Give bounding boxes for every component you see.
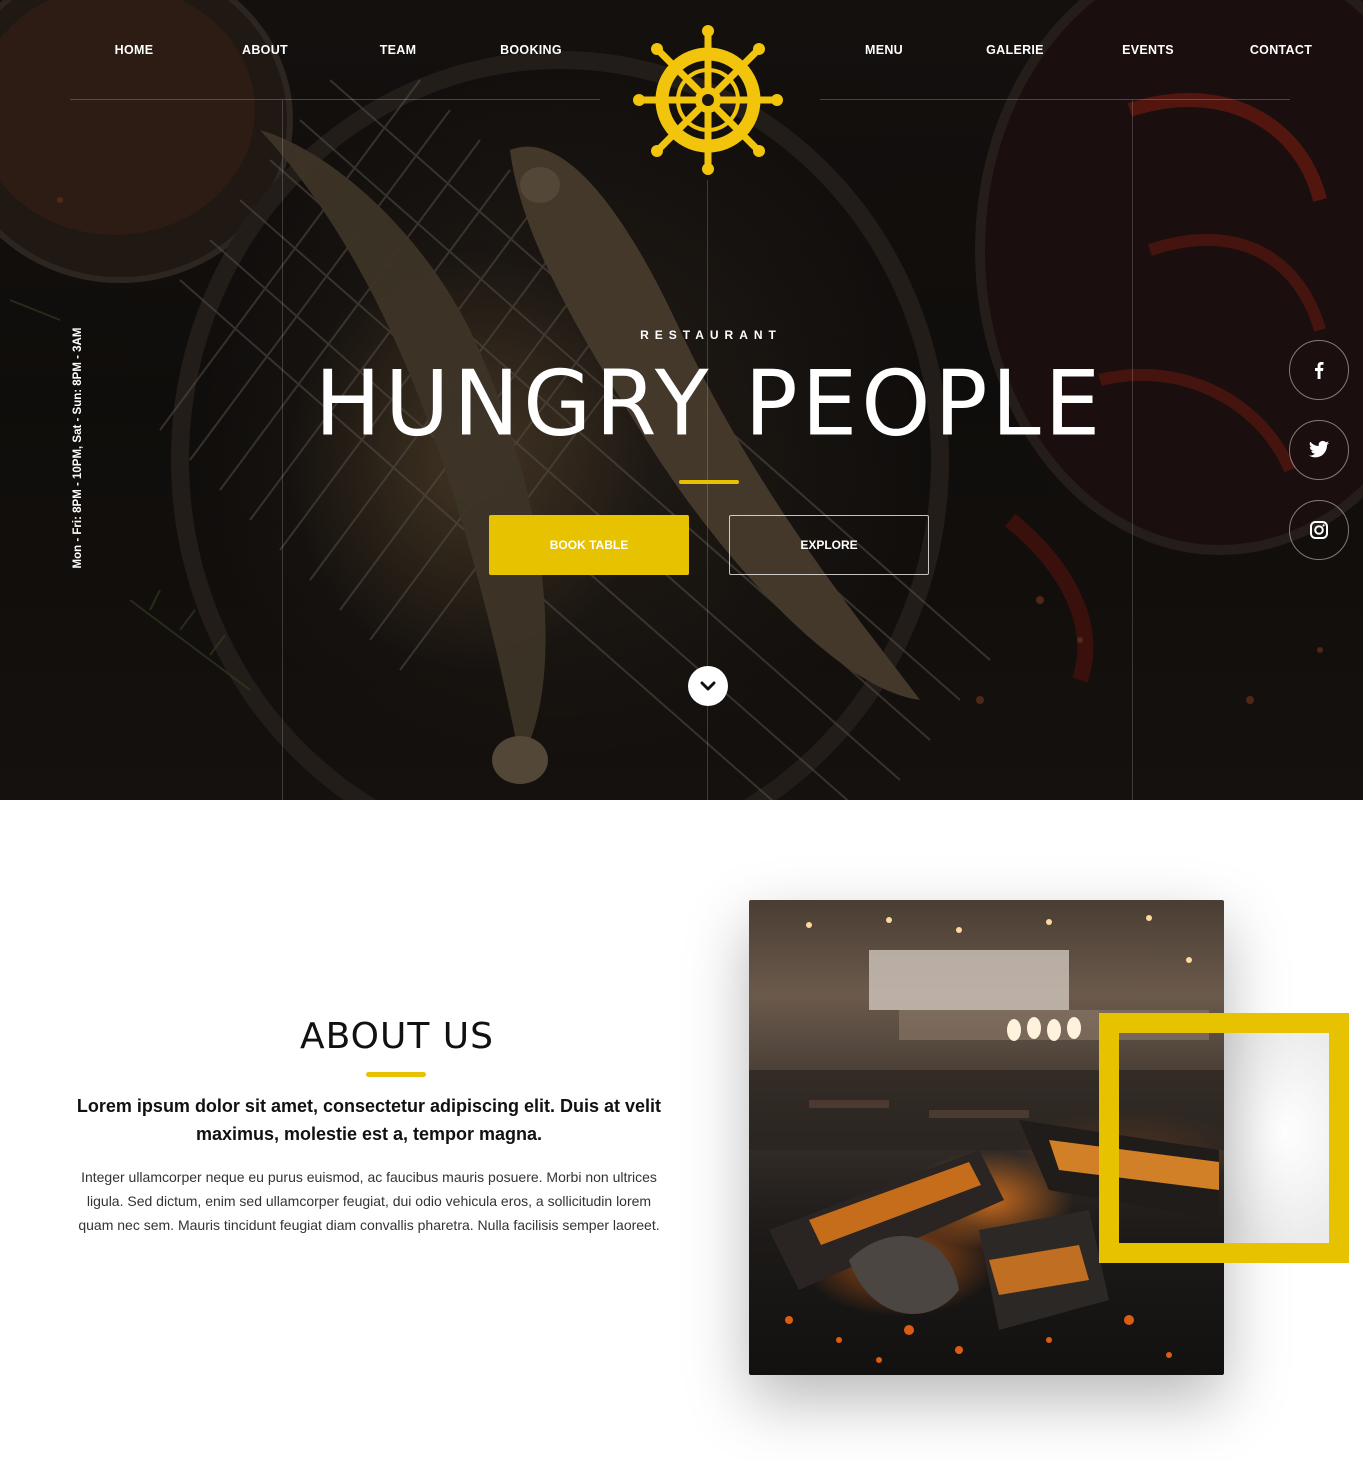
grid-line <box>707 180 708 800</box>
hero-title: HUNGRY PEOPLE <box>314 350 1105 457</box>
book-table-button[interactable]: BOOK TABLE <box>489 515 689 575</box>
nav-events-link[interactable]: EVENTS <box>1122 43 1174 57</box>
about-lead-text: Lorem ipsum dolor sit amet, consectetur … <box>76 1096 662 1144</box>
hero-section: HOME ABOUT TEAM BOOKING MENU GALERIE EVE… <box>0 0 1363 800</box>
facebook-button[interactable] <box>1289 340 1349 400</box>
chevron-down-icon <box>700 681 716 691</box>
decorative-yellow-frame <box>1099 1013 1349 1263</box>
about-underline <box>366 1072 426 1077</box>
hero-eyebrow: RESTAURANT <box>640 328 782 342</box>
facebook-icon <box>1315 362 1324 379</box>
about-body-text: Integer ullamcorper neque eu purus euism… <box>78 1169 660 1233</box>
nav-divider-right <box>820 99 1290 100</box>
nav-home-link[interactable]: HOME <box>115 43 154 57</box>
nav-about-link[interactable]: ABOUT <box>242 43 288 57</box>
scroll-down-button[interactable] <box>688 666 728 706</box>
nav-divider-left <box>70 99 600 100</box>
twitter-icon <box>1308 440 1330 458</box>
twitter-button[interactable] <box>1289 420 1349 480</box>
instagram-button[interactable] <box>1289 500 1349 560</box>
nav-galerie-link[interactable]: GALERIE <box>986 43 1044 57</box>
nav-team-link[interactable]: TEAM <box>380 43 417 57</box>
ship-wheel-icon[interactable] <box>632 24 784 176</box>
about-title: ABOUT US <box>299 1016 494 1057</box>
nav-contact-link[interactable]: CONTACT <box>1250 43 1312 57</box>
instagram-icon <box>1310 521 1328 539</box>
explore-button[interactable]: EXPLORE <box>729 515 929 575</box>
nav-booking-link[interactable]: BOOKING <box>500 43 562 57</box>
hero-underline <box>679 480 739 484</box>
nav-menu-link[interactable]: MENU <box>865 43 903 57</box>
